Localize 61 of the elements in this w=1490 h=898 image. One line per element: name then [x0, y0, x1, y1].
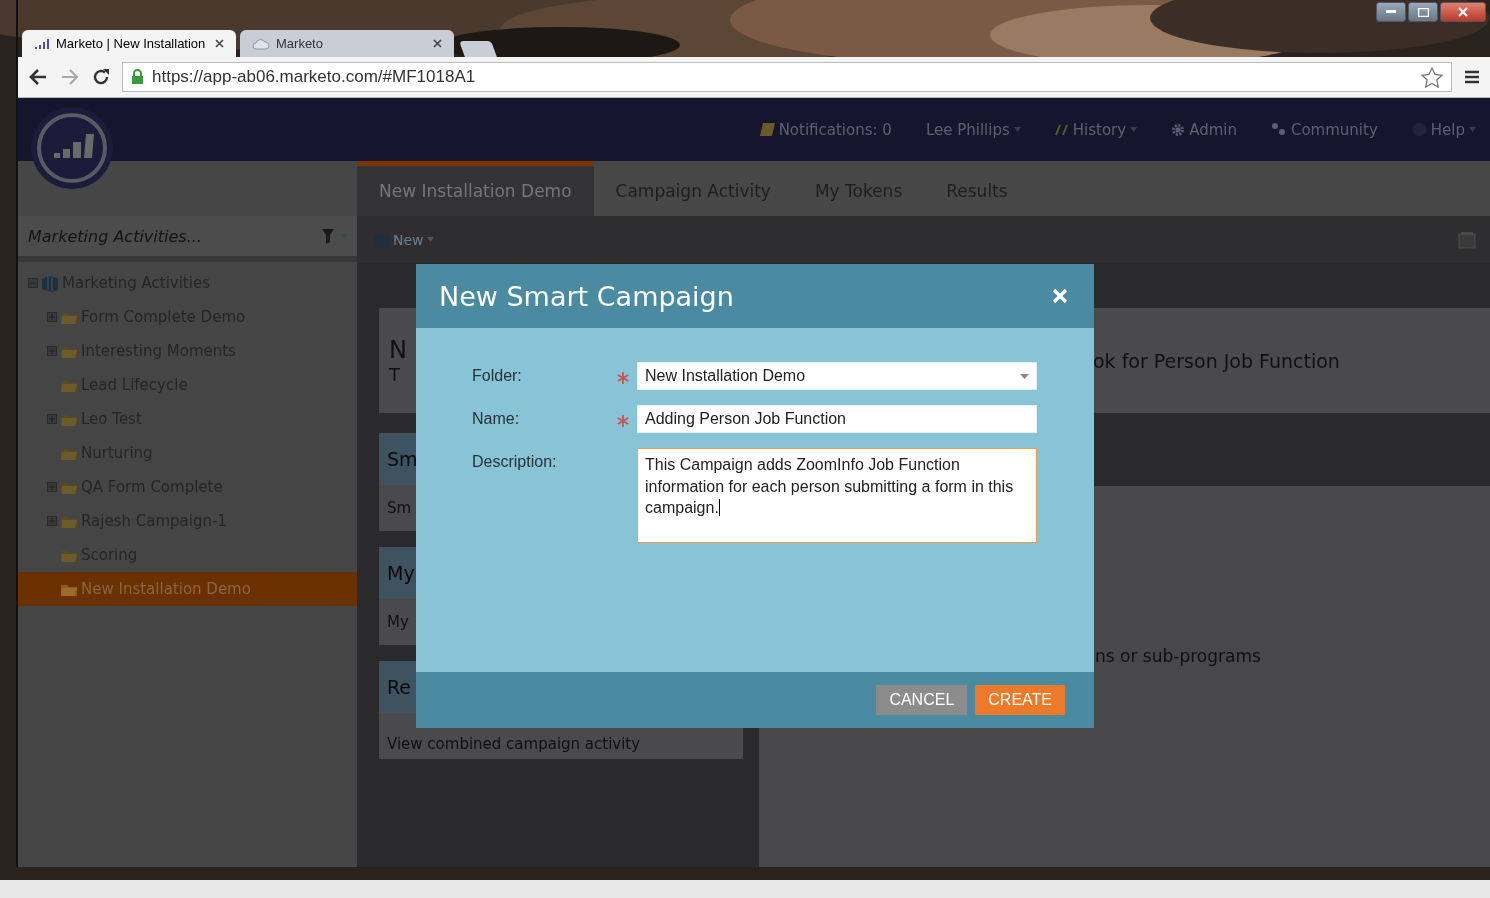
close-icon[interactable]: [433, 39, 442, 48]
field-label: Folder:: [472, 366, 523, 386]
close-button[interactable]: [1440, 2, 1486, 22]
url-text: https://app-ab06.marketo.com/#MF1018A1: [152, 67, 476, 87]
cloud-icon: [252, 37, 270, 50]
maximize-button[interactable]: [1408, 2, 1438, 22]
cancel-button[interactable]: CANCEL: [876, 685, 968, 715]
logo-icon: [30, 106, 114, 190]
minimize-button[interactable]: [1376, 2, 1406, 22]
close-icon[interactable]: [215, 39, 224, 48]
caret-icon: [426, 237, 434, 242]
reload-icon[interactable]: [92, 68, 110, 86]
minimize-icon: [1386, 10, 1396, 14]
card-text: View combined campaign activity: [386, 734, 641, 755]
program-description: ok for Person Job Function: [1093, 349, 1341, 372]
browser-tab[interactable]: Marketo: [240, 30, 454, 57]
lock-icon: [131, 69, 144, 85]
star-icon[interactable]: [1421, 66, 1443, 88]
field-label: Name:: [472, 409, 521, 429]
program-subtitle: T: [389, 364, 400, 385]
card-text: My: [386, 612, 409, 633]
tree-item[interactable]: New Installation Demo: [18, 572, 357, 606]
new-button[interactable]: New: [373, 231, 434, 248]
caret-icon: [1130, 127, 1138, 132]
search-field[interactable]: Marketing Activities...: [18, 216, 357, 262]
slashes-icon: [1054, 123, 1069, 136]
tab[interactable]: New Installation Demo: [357, 161, 594, 216]
back-icon[interactable]: [28, 68, 48, 86]
nav-item[interactable]: History: [1054, 120, 1138, 139]
maximize-icon: [1417, 7, 1429, 17]
required-icon: [617, 372, 629, 384]
browser-tab[interactable]: Marketo | New Installation: [22, 30, 236, 57]
caret-icon: [1020, 373, 1029, 379]
required-icon: [617, 415, 629, 427]
caret-icon: [1013, 127, 1021, 132]
nav-item[interactable]: Notifications: 0: [759, 120, 892, 139]
people-icon: [1270, 122, 1287, 137]
tab-title: Marketo: [276, 36, 324, 51]
panel-text: ns or sub-programs: [1095, 646, 1261, 666]
folder-dropdown[interactable]: New Installation Demo: [637, 362, 1037, 390]
field-label: Description:: [472, 452, 558, 472]
create-button[interactable]: CREATE: [975, 685, 1065, 715]
nav-item[interactable]: Admin: [1171, 120, 1237, 139]
settings-icon: [1171, 122, 1186, 137]
tree-item-label: New Installation Demo: [81, 580, 251, 598]
address-bar[interactable]: https://app-ab06.marketo.com/#MF1018A1: [122, 62, 1452, 92]
program-title: N: [389, 336, 407, 364]
nav-item[interactable]: Community: [1270, 120, 1378, 139]
books-icon: [41, 274, 59, 292]
nav-item[interactable]: Help: [1411, 120, 1476, 139]
nav-item[interactable]: Lee Phillips: [925, 120, 1021, 139]
close-icon: [1458, 7, 1468, 17]
description-field[interactable]: This Campaign adds ZoomInfo Job Function information for each person submitting a form in this campaign.: [637, 448, 1037, 543]
caret-icon: [1469, 127, 1476, 132]
tab-title: Marketo | New Installation: [56, 36, 207, 51]
card-text: Sm: [386, 498, 412, 519]
bars-icon: [34, 37, 50, 50]
dialog-title: New Smart Campaign: [439, 280, 734, 312]
menu-icon[interactable]: [1464, 70, 1480, 84]
note-icon: [759, 123, 775, 136]
name-field[interactable]: Adding Person Job Function: [637, 405, 1037, 433]
